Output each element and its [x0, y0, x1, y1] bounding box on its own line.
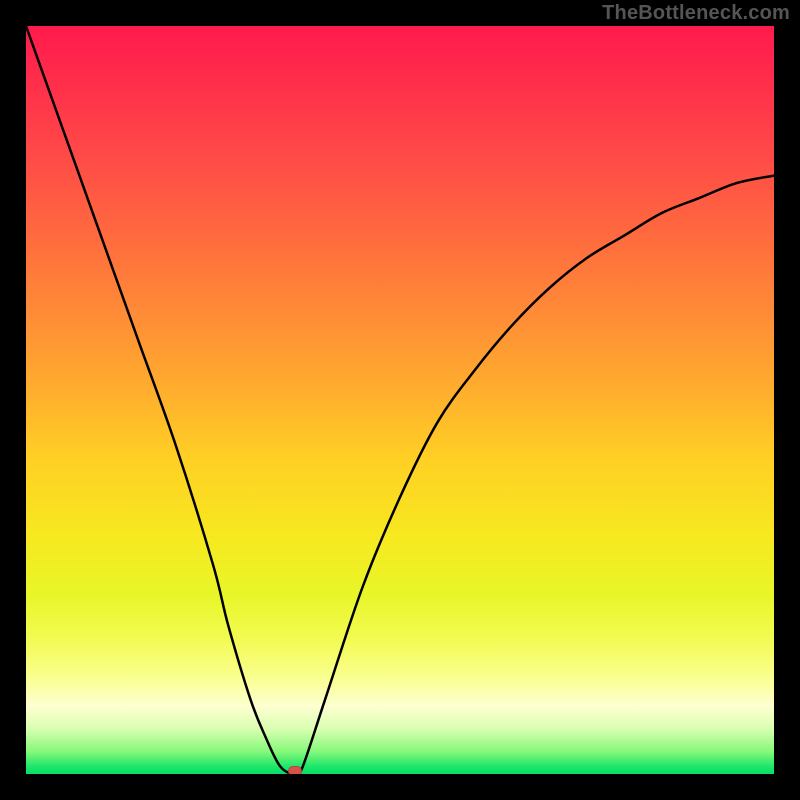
chart-frame: TheBottleneck.com [0, 0, 800, 800]
optimal-point-marker [288, 766, 302, 774]
watermark-text: TheBottleneck.com [602, 2, 790, 25]
bottleneck-curve [26, 26, 774, 774]
plot-area [26, 26, 774, 774]
